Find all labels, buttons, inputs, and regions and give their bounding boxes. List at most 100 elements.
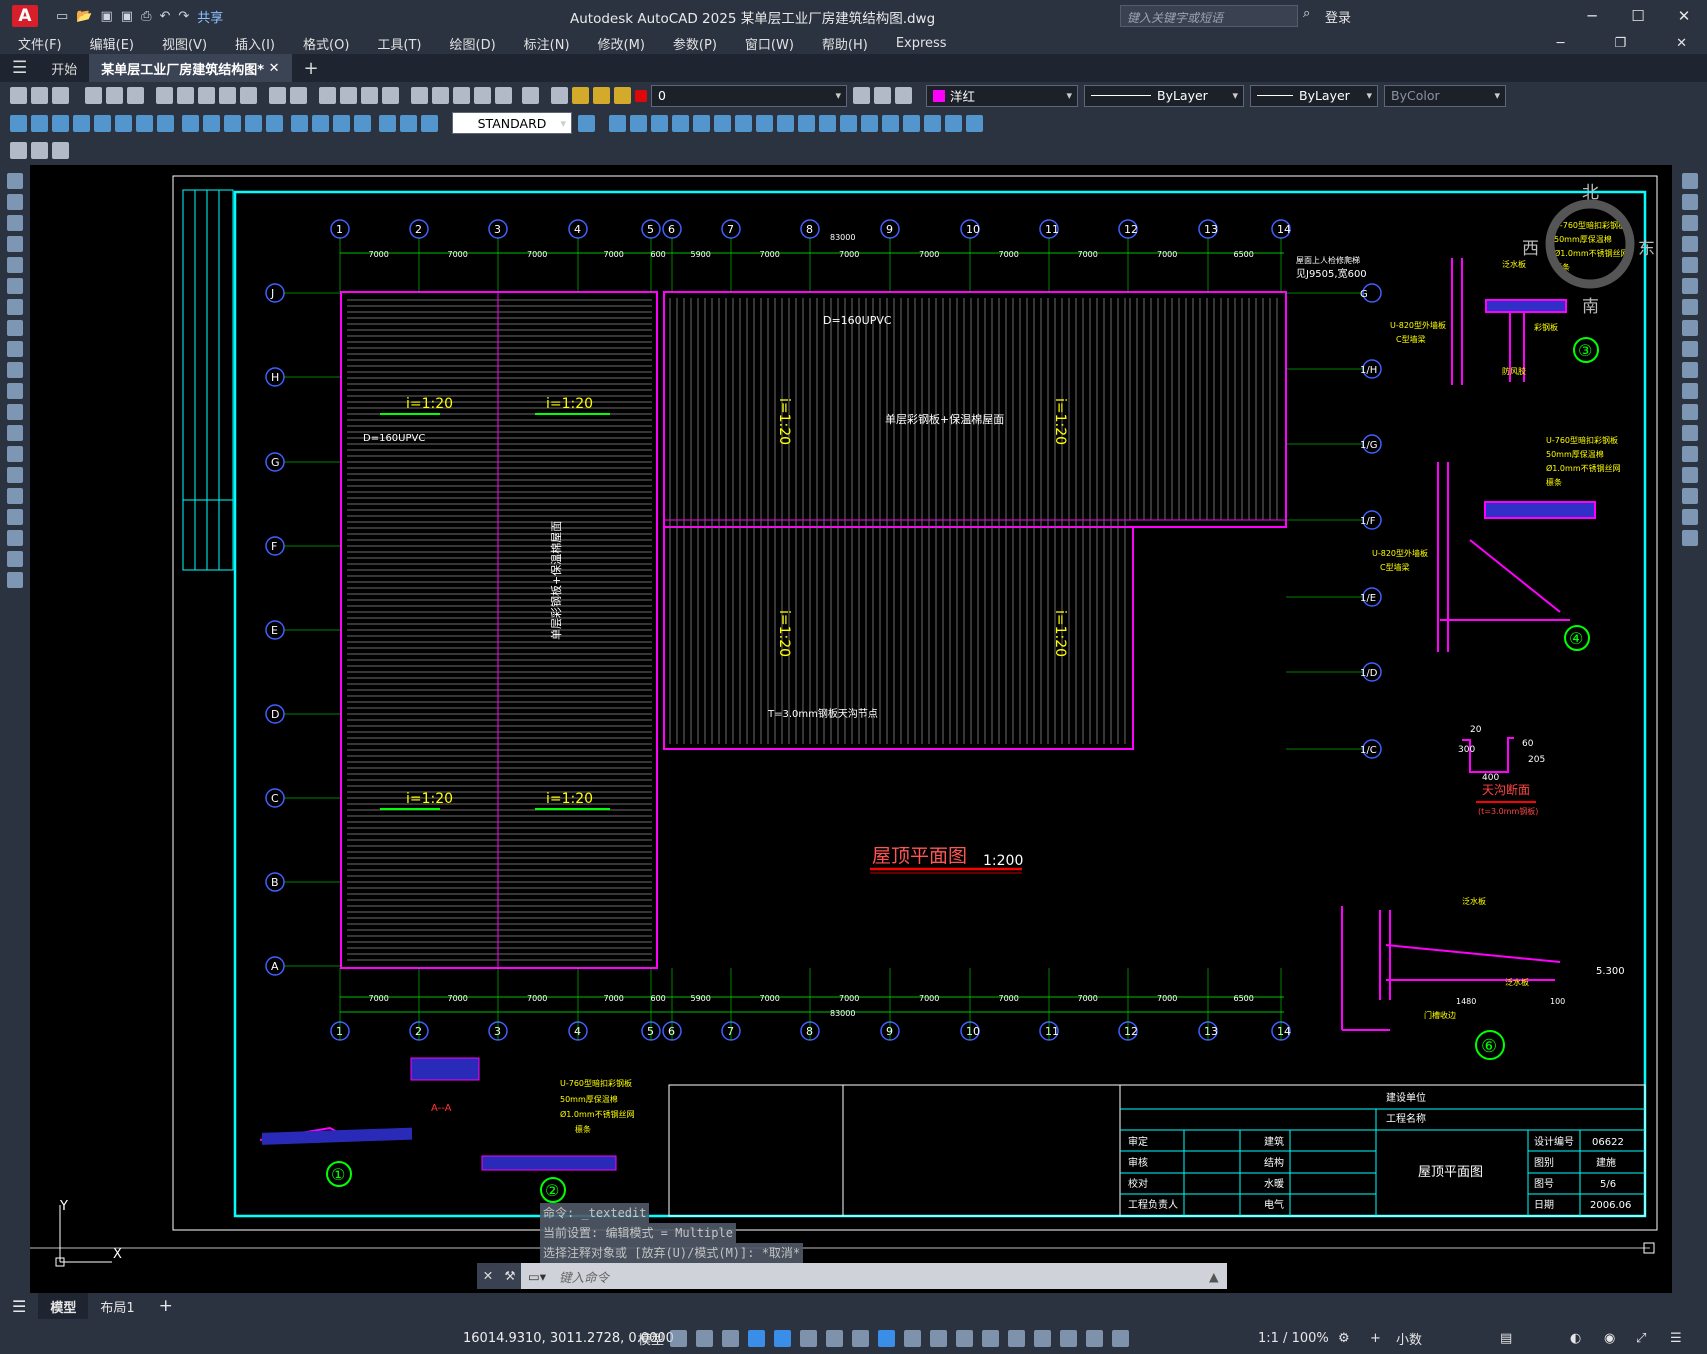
maximize-button[interactable]: ☐ bbox=[1615, 0, 1661, 32]
preview-icon[interactable] bbox=[106, 87, 123, 104]
compass-east[interactable]: 东 bbox=[1638, 239, 1655, 259]
tab-close-icon[interactable]: ✕ bbox=[269, 61, 280, 76]
hardware-accel-icon[interactable]: ◐ bbox=[1570, 1331, 1581, 1346]
stretch-icon[interactable] bbox=[1681, 341, 1698, 357]
make-block-icon[interactable] bbox=[7, 425, 23, 441]
add-layout-icon[interactable]: + bbox=[147, 1296, 185, 1316]
calculator-icon[interactable] bbox=[495, 87, 512, 104]
redo-icon[interactable]: ↷ bbox=[178, 9, 189, 24]
dim-text-edit-icon[interactable] bbox=[400, 114, 417, 132]
copy-object-icon[interactable] bbox=[1681, 194, 1698, 210]
3d-osnap-icon[interactable] bbox=[982, 1330, 999, 1347]
menu-dimension[interactable]: 标注(N) bbox=[506, 34, 580, 53]
3d-icon-16[interactable] bbox=[924, 114, 941, 132]
circle-icon[interactable] bbox=[7, 299, 23, 315]
pan-icon[interactable] bbox=[319, 87, 336, 104]
cut-icon[interactable] bbox=[156, 87, 173, 104]
3d-icon-13[interactable] bbox=[861, 114, 878, 132]
3d-icon-1[interactable] bbox=[609, 114, 626, 132]
3d-icon-14[interactable] bbox=[882, 114, 899, 132]
layer-lock-icon[interactable] bbox=[614, 87, 631, 104]
menu-window[interactable]: 窗口(W) bbox=[727, 34, 804, 53]
radius-icon[interactable] bbox=[94, 114, 111, 132]
print-icon[interactable] bbox=[85, 87, 102, 104]
join-icon[interactable] bbox=[1681, 446, 1698, 462]
cmd-prompt-icon[interactable]: ▭▾ bbox=[521, 1269, 553, 1284]
linear-dim-icon[interactable] bbox=[10, 114, 27, 132]
ellipse-arc-icon[interactable] bbox=[7, 383, 23, 399]
tab-layout1[interactable]: 布局1 bbox=[88, 1297, 146, 1316]
layer-properties-icon[interactable] bbox=[551, 87, 568, 104]
model-space-button[interactable]: 模型 bbox=[638, 1329, 664, 1348]
menu-help[interactable]: 帮助(H) bbox=[804, 34, 878, 53]
3d-icon-17[interactable] bbox=[945, 114, 962, 132]
menu-view[interactable]: 视图(V) bbox=[144, 34, 217, 53]
design-center-icon[interactable] bbox=[432, 87, 449, 104]
zoom-icon[interactable] bbox=[340, 87, 357, 104]
annotation-visibility-icon[interactable] bbox=[1086, 1330, 1103, 1347]
layer-freeze-icon[interactable] bbox=[593, 87, 610, 104]
sheet-set-icon[interactable] bbox=[474, 87, 491, 104]
aligned-dim-icon[interactable] bbox=[31, 114, 48, 132]
lineweight-combo[interactable]: ByLayer bbox=[1250, 84, 1378, 107]
save-icon[interactable]: ▣ bbox=[100, 9, 112, 24]
3d-icon-11[interactable] bbox=[819, 114, 836, 132]
copy-icon[interactable] bbox=[177, 87, 194, 104]
3d-icon-10[interactable] bbox=[798, 114, 815, 132]
menu-format[interactable]: 格式(O) bbox=[285, 34, 359, 53]
linetype-combo[interactable]: ByLayer bbox=[1084, 84, 1244, 107]
properties-icon[interactable] bbox=[411, 87, 428, 104]
isolate-icon[interactable]: ◉ bbox=[1604, 1331, 1615, 1346]
ellipse-icon[interactable] bbox=[7, 362, 23, 378]
3d-icon-15[interactable] bbox=[903, 114, 920, 132]
publish-icon[interactable] bbox=[127, 87, 144, 104]
layer-previous-icon[interactable] bbox=[874, 87, 891, 104]
search-input[interactable]: 键入关键字或短语 bbox=[1120, 5, 1298, 27]
transparency-icon[interactable] bbox=[930, 1330, 947, 1347]
tolerance-icon[interactable] bbox=[291, 114, 308, 132]
plotstyle-combo[interactable]: ByColor bbox=[1384, 84, 1506, 107]
print-icon[interactable]: ⎙ bbox=[141, 9, 151, 24]
rectangle-icon[interactable] bbox=[7, 257, 23, 273]
tab-drawing[interactable]: 某单层工业厂房建筑结构图* ✕ bbox=[89, 54, 292, 82]
redo-icon[interactable] bbox=[290, 87, 307, 104]
jogged-icon[interactable] bbox=[115, 114, 132, 132]
arc-length-icon[interactable] bbox=[52, 114, 69, 132]
layer-combo[interactable]: 0 bbox=[651, 84, 847, 107]
polar-icon[interactable] bbox=[800, 1330, 817, 1347]
lineweight-icon[interactable] bbox=[904, 1330, 921, 1347]
mirror-icon[interactable] bbox=[1681, 215, 1698, 231]
tool-palette-icon[interactable] bbox=[453, 87, 470, 104]
move-icon[interactable] bbox=[1681, 278, 1698, 294]
doc-close-icon[interactable]: ✕ bbox=[1658, 36, 1697, 51]
offset-icon[interactable] bbox=[1681, 236, 1698, 252]
make-current-icon[interactable] bbox=[853, 87, 870, 104]
gizmo-icon[interactable] bbox=[1060, 1330, 1077, 1347]
isodraft-icon[interactable] bbox=[826, 1330, 843, 1347]
snap-icon[interactable] bbox=[696, 1330, 713, 1347]
workspace-gear-icon[interactable]: ⚙ bbox=[1338, 1331, 1350, 1346]
minimize-button[interactable]: ─ bbox=[1569, 0, 1615, 32]
new-tab-icon[interactable]: + bbox=[292, 54, 331, 82]
break-point-icon[interactable] bbox=[1681, 404, 1698, 420]
compass-south[interactable]: 南 bbox=[1582, 297, 1599, 317]
open-icon[interactable]: 📂 bbox=[76, 9, 92, 24]
erase-icon[interactable] bbox=[1681, 173, 1698, 189]
menu-draw[interactable]: 绘图(D) bbox=[432, 34, 506, 53]
fullscreen-icon[interactable]: ⤢ bbox=[1636, 1331, 1646, 1346]
trim-icon[interactable] bbox=[1681, 362, 1698, 378]
open-icon[interactable] bbox=[31, 87, 48, 104]
menu-tools[interactable]: 工具(T) bbox=[359, 34, 431, 53]
toolbar-extra-3-icon[interactable] bbox=[52, 141, 69, 159]
arc-icon[interactable] bbox=[7, 278, 23, 294]
dim-update-icon[interactable] bbox=[421, 114, 438, 132]
login-button[interactable]: 登录 bbox=[1325, 7, 1351, 26]
command-input[interactable]: 键入命令 bbox=[553, 1267, 1209, 1286]
auto-scale-icon[interactable] bbox=[1112, 1330, 1129, 1347]
chamfer-icon[interactable] bbox=[1681, 467, 1698, 483]
scale-icon[interactable] bbox=[1681, 320, 1698, 336]
cmd-close-icon[interactable]: ✕ bbox=[477, 1263, 499, 1289]
layout-menu-icon[interactable]: ☰ bbox=[0, 1297, 38, 1316]
dimstyle-icon[interactable] bbox=[578, 114, 595, 132]
search-icon[interactable]: ⌕ bbox=[1303, 6, 1310, 21]
